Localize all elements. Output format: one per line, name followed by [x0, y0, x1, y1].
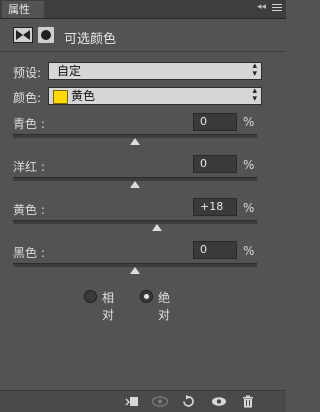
view-previous-icon[interactable]	[151, 395, 169, 408]
yellow-value-input[interactable]: +18	[193, 198, 237, 216]
cyan-unit: %	[243, 115, 255, 129]
updown-arrows-icon: ▴ ▾	[252, 61, 257, 79]
bottom-toolbar	[0, 390, 286, 412]
absolute-label[interactable]: 绝对	[158, 289, 170, 323]
mask-icon[interactable]	[38, 27, 54, 43]
slider-label-magenta: 洋红 :	[13, 160, 45, 174]
color-swatch	[53, 90, 68, 104]
magenta-value-input[interactable]: 0	[193, 155, 237, 173]
yellow-unit: %	[243, 201, 255, 215]
yellow-slider-track[interactable]	[13, 220, 257, 224]
black-unit: %	[243, 244, 255, 258]
preset-select[interactable]: 自定 ▴ ▾	[48, 62, 262, 80]
eye-icon[interactable]	[211, 395, 227, 408]
collapse-icon[interactable]: ◂◂	[257, 2, 266, 12]
clip-to-layer-icon[interactable]	[125, 395, 139, 408]
panel-menu-icon[interactable]	[272, 3, 282, 13]
slider-label-cyan: 青色 :	[13, 117, 45, 131]
preset-label: 预设:	[13, 66, 42, 80]
updown-arrows-icon: ▴ ▾	[252, 86, 257, 104]
preset-value: 自定	[57, 64, 82, 78]
selective-color-icon[interactable]	[13, 27, 33, 43]
colors-value: 黄色	[71, 89, 96, 103]
black-value-input[interactable]: 0	[193, 241, 237, 259]
panel-title: 可选颜色	[64, 32, 117, 47]
reset-icon[interactable]	[181, 395, 195, 408]
yellow-slider-thumb[interactable]	[151, 224, 162, 231]
colors-select[interactable]: 黄色 ▴ ▾	[48, 87, 262, 105]
magenta-slider-thumb[interactable]	[130, 181, 140, 188]
slider-label-yellow: 黄色 :	[13, 203, 45, 217]
panel-titlebar: 属性 ◂◂	[0, 0, 286, 19]
black-slider-thumb[interactable]	[130, 267, 140, 274]
cyan-value-input[interactable]: 0	[193, 113, 237, 131]
cyan-slider-thumb[interactable]	[130, 138, 140, 145]
trash-icon[interactable]	[241, 395, 255, 408]
relative-radio[interactable]	[84, 290, 97, 303]
relative-label[interactable]: 相对	[102, 289, 114, 323]
colors-label: 颜色:	[13, 91, 42, 105]
tab-properties[interactable]: 属性	[2, 1, 44, 18]
slider-label-black: 黑色 :	[13, 246, 45, 260]
magenta-unit: %	[243, 158, 255, 172]
absolute-radio[interactable]	[140, 290, 153, 303]
